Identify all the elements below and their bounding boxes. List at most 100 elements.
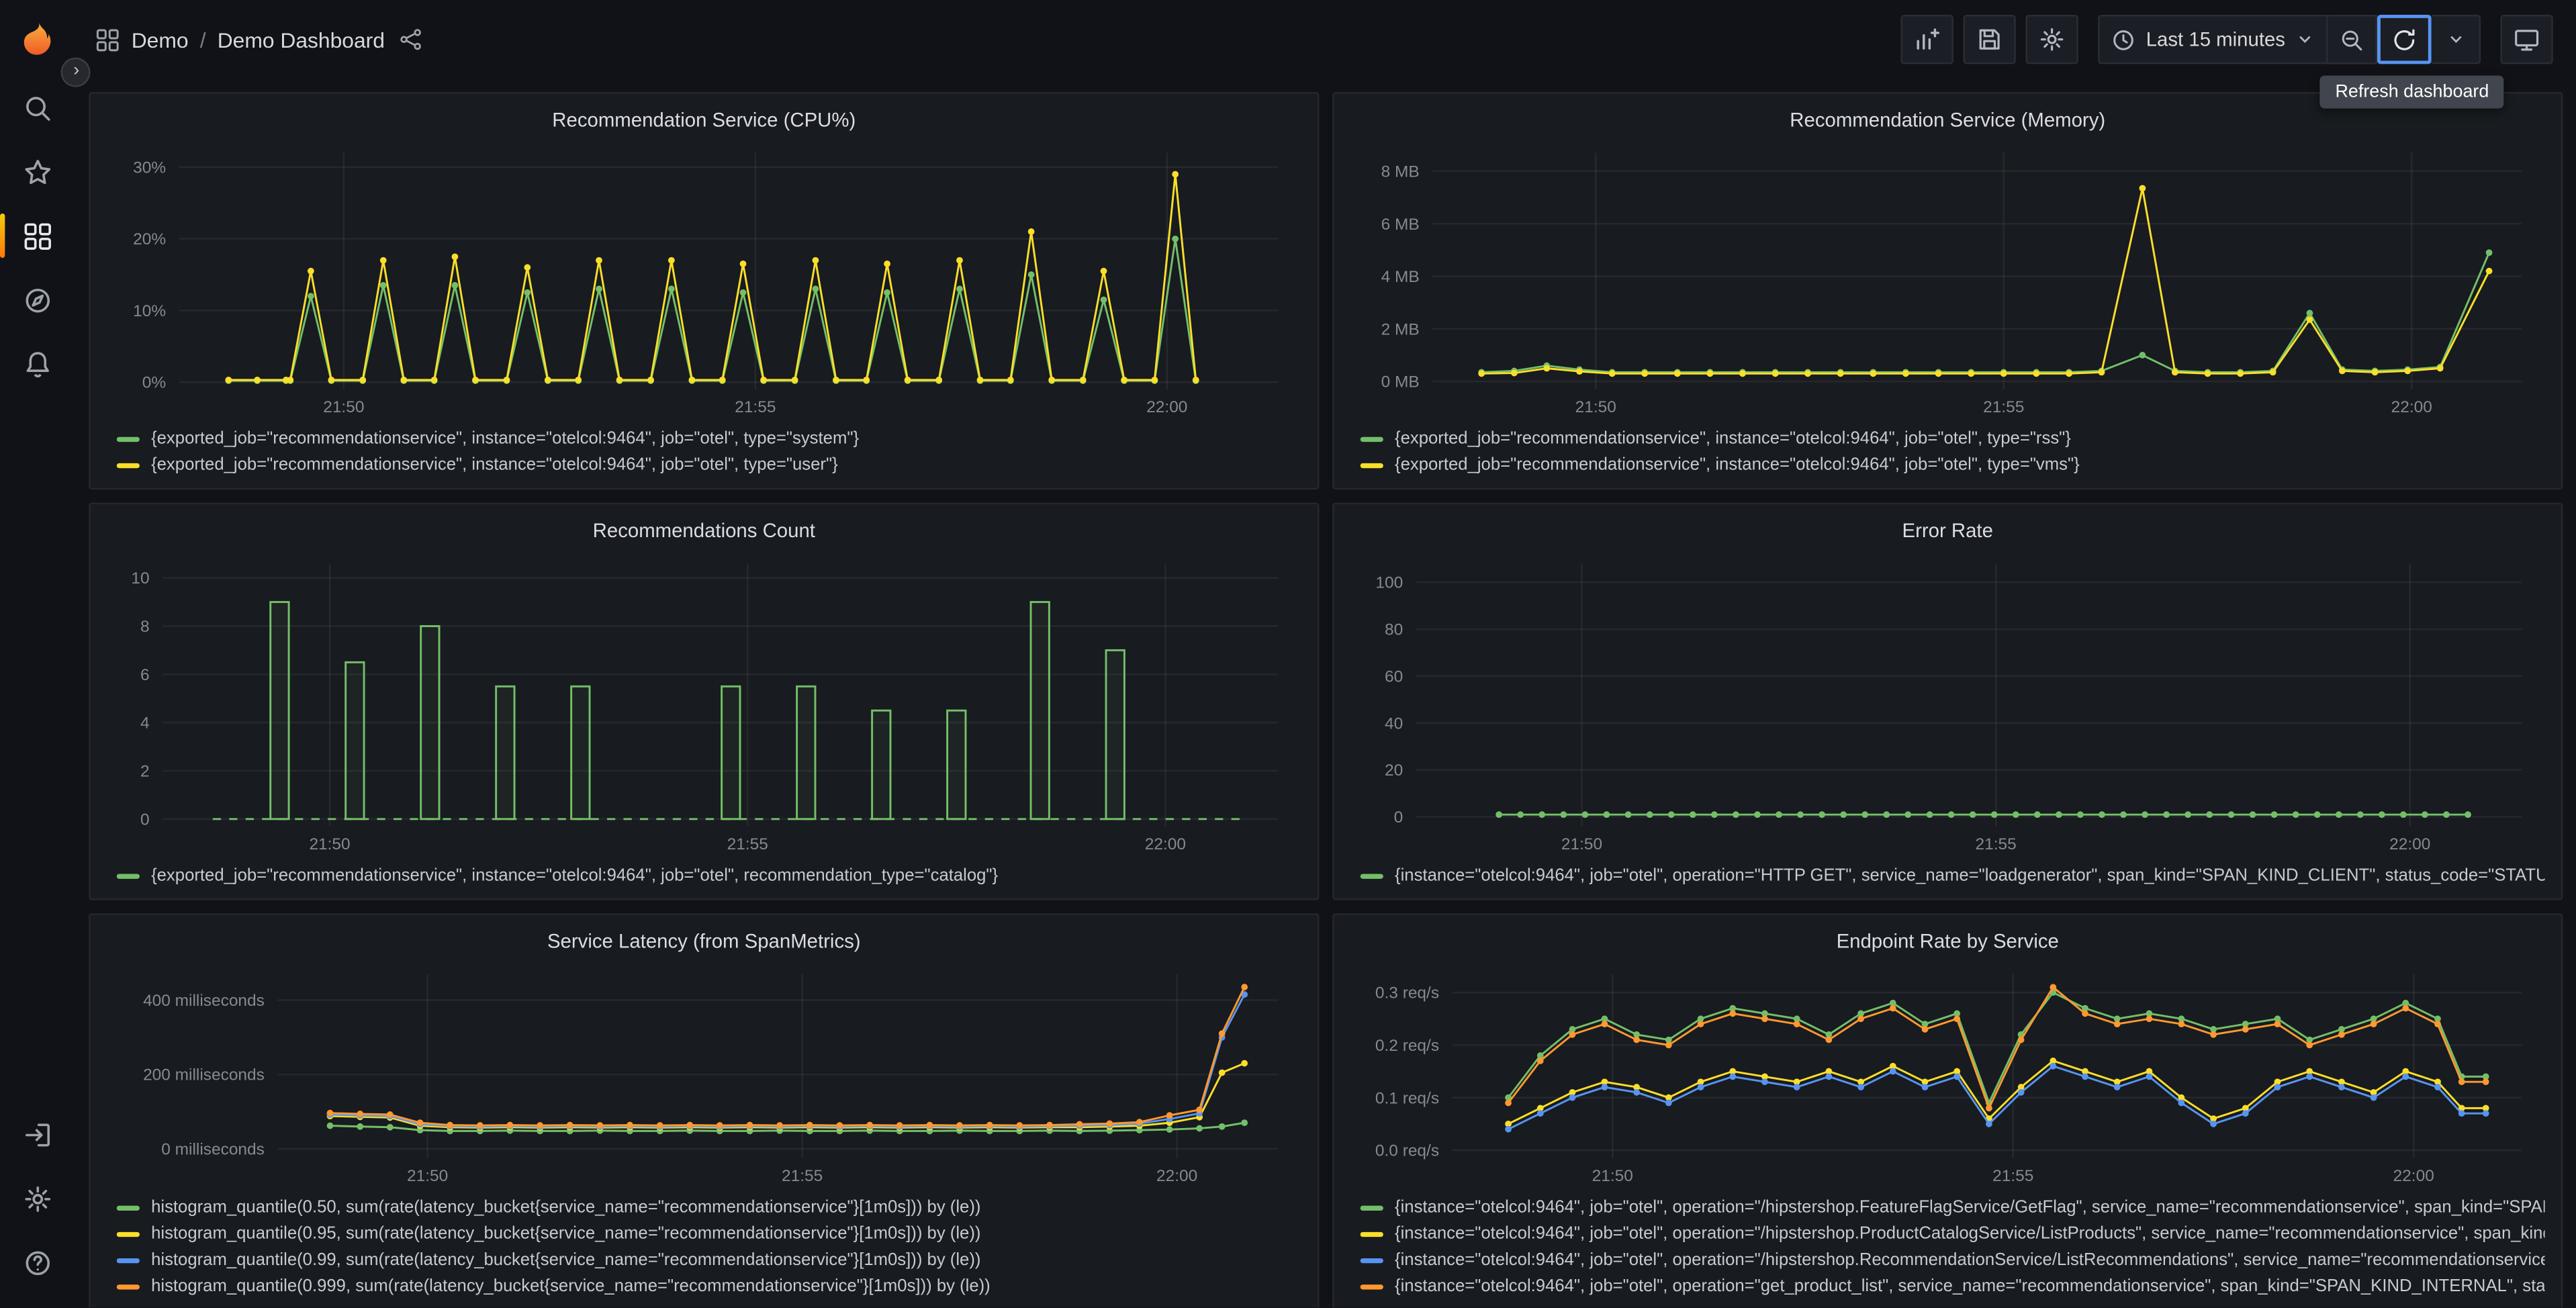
- svg-text:100: 100: [1375, 574, 1403, 592]
- svg-text:22:00: 22:00: [1145, 835, 1186, 853]
- panel-title[interactable]: Error Rate: [1350, 511, 2545, 551]
- share-dashboard-button[interactable]: [396, 25, 426, 54]
- chart[interactable]: 0 2 4 6 8 10 21:50 21:55 22:00: [107, 551, 1301, 859]
- series-swatch: [1360, 1231, 1383, 1236]
- series-swatch: [1360, 1283, 1383, 1289]
- legend-item[interactable]: {instance="otelcol:9464", job="otel", op…: [1360, 1221, 2545, 1247]
- sidebar-item-alerting[interactable]: [0, 332, 76, 395]
- legend-item[interactable]: {exported_job="recommendationservice", i…: [1360, 426, 2545, 452]
- svg-text:21:50: 21:50: [1561, 835, 1602, 853]
- save-icon: [1980, 29, 2000, 50]
- legend-item[interactable]: {exported_job="recommendationservice", i…: [1360, 452, 2545, 478]
- svg-text:0.2 req/s: 0.2 req/s: [1375, 1037, 1439, 1055]
- svg-text:60: 60: [1385, 667, 1403, 686]
- svg-text:0: 0: [140, 810, 150, 829]
- legend-label: {exported_job="recommendationservice", i…: [1395, 428, 2071, 449]
- legend-item[interactable]: histogram_quantile(0.95, sum(rate(latenc…: [116, 1221, 1301, 1247]
- breadcrumb-separator: /: [199, 27, 206, 52]
- legend-item[interactable]: {exported_job="recommendationservice", i…: [116, 426, 1301, 452]
- svg-text:30%: 30%: [133, 158, 166, 177]
- chart[interactable]: 0% 10% 20% 30% 21:50 21:55 22:00: [107, 140, 1301, 422]
- svg-text:0 milliseconds: 0 milliseconds: [161, 1140, 265, 1158]
- panel-title[interactable]: Recommendation Service (CPU%): [107, 100, 1301, 140]
- refresh-interval-dropdown[interactable]: [2431, 15, 2481, 64]
- panel-title[interactable]: Recommendations Count: [107, 511, 1301, 551]
- tv-mode-button[interactable]: [2500, 15, 2553, 64]
- zoom-out-time-button[interactable]: [2328, 15, 2377, 64]
- legend-label: histogram_quantile(0.99, sum(rate(latenc…: [151, 1250, 981, 1270]
- chart[interactable]: 0 20 40 60 80 100 21:50 21:55 22:00: [1350, 551, 2545, 859]
- series-swatch: [1360, 873, 1383, 878]
- refresh-dashboard-button[interactable]: [2377, 15, 2432, 64]
- svg-text:20: 20: [1385, 761, 1403, 780]
- series-swatch: [116, 436, 140, 441]
- breadcrumb-current[interactable]: Demo Dashboard: [218, 27, 385, 52]
- legend-item[interactable]: {exported_job="recommendationservice", i…: [116, 452, 1301, 478]
- legend-item[interactable]: {instance="otelcol:9464", job="otel", op…: [1360, 1195, 2545, 1221]
- legend-item[interactable]: histogram_quantile(0.99, sum(rate(latenc…: [116, 1247, 1301, 1273]
- star-icon: [25, 158, 51, 183]
- svg-text:40: 40: [1385, 714, 1403, 733]
- series-swatch: [116, 1231, 140, 1236]
- sidebar-item-help[interactable]: [0, 1231, 76, 1295]
- time-range-picker[interactable]: Last 15 minutes: [2098, 15, 2328, 64]
- gear-icon: [2041, 28, 2064, 51]
- svg-text:80: 80: [1385, 621, 1403, 639]
- zoom-out-icon: [2342, 30, 2362, 50]
- svg-text:21:55: 21:55: [1992, 1167, 2033, 1185]
- sidebar: [0, 0, 76, 1308]
- chart[interactable]: 0 MB 2 MB 4 MB 6 MB 8 MB 21:50 21:55 22:00: [1350, 140, 2545, 422]
- series-swatch: [116, 1205, 140, 1210]
- dashboard-grid: Recommendation Service (CPU%) 0% 10% 20% 30%…: [76, 79, 2576, 1308]
- series-swatch: [116, 462, 140, 468]
- legend: {exported_job="recommendationservice", i…: [1350, 426, 2545, 478]
- legend-item[interactable]: {instance="otelcol:9464", job="otel", op…: [1360, 862, 2545, 888]
- legend-item[interactable]: {instance="otelcol:9464", job="otel", op…: [1360, 1247, 2545, 1273]
- sidebar-item-configuration[interactable]: [0, 1167, 76, 1231]
- series-swatch: [1360, 462, 1383, 468]
- apps-icon: [95, 27, 120, 52]
- legend-item[interactable]: histogram_quantile(0.50, sum(rate(latenc…: [116, 1195, 1301, 1221]
- legend-label: histogram_quantile(0.95, sum(rate(latenc…: [151, 1223, 981, 1244]
- sidebar-item-dashboards[interactable]: [0, 203, 76, 267]
- sidebar-item-sign-in[interactable]: [0, 1103, 76, 1166]
- legend: histogram_quantile(0.50, sum(rate(latenc…: [107, 1195, 1301, 1300]
- svg-text:4 MB: 4 MB: [1381, 268, 1420, 286]
- legend-item[interactable]: {exported_job="recommendationservice", i…: [116, 862, 1301, 888]
- clock-icon: [2113, 29, 2134, 50]
- add-panel-icon: [1917, 28, 1940, 50]
- svg-text:20%: 20%: [133, 230, 166, 248]
- refresh-icon: [2394, 28, 2415, 50]
- svg-text:8: 8: [140, 618, 150, 636]
- sidebar-item-starred[interactable]: [0, 140, 76, 203]
- add-panel-button[interactable]: [1901, 15, 1954, 64]
- search-icon: [26, 96, 50, 120]
- chart[interactable]: 0.0 req/s 0.1 req/s 0.2 req/s 0.3 req/s 21:5…: [1350, 961, 2545, 1191]
- panel-endpoint-rate-by-service: Endpoint Rate by Service 0.0 req/s 0.1 req…: [1332, 913, 2563, 1308]
- breadcrumb-root[interactable]: Demo: [132, 27, 189, 52]
- sidebar-item-search[interactable]: [0, 76, 76, 140]
- sidebar-item-explore[interactable]: [0, 268, 76, 332]
- caret-down-icon: [2450, 36, 2460, 43]
- legend-label: {instance="otelcol:9464", job="otel", op…: [1395, 866, 2545, 886]
- svg-text:21:55: 21:55: [727, 835, 768, 853]
- legend-item[interactable]: histogram_quantile(0.999, sum(rate(laten…: [116, 1273, 1301, 1299]
- svg-text:2: 2: [140, 763, 150, 781]
- svg-text:10%: 10%: [133, 302, 166, 320]
- gear-icon: [25, 1186, 51, 1212]
- svg-text:10: 10: [131, 569, 149, 588]
- svg-text:2 MB: 2 MB: [1381, 320, 1420, 338]
- series-swatch: [116, 1257, 140, 1263]
- panel-title[interactable]: Endpoint Rate by Service: [1350, 921, 2545, 961]
- svg-text:22:00: 22:00: [2389, 835, 2430, 853]
- svg-text:0: 0: [1394, 808, 1404, 827]
- chart[interactable]: 0 milliseconds 200 milliseconds 400 millis…: [107, 961, 1301, 1191]
- series-swatch: [1360, 436, 1383, 441]
- legend: {instance="otelcol:9464", job="otel", op…: [1350, 862, 2545, 888]
- series-swatch: [1360, 1205, 1383, 1210]
- legend-item[interactable]: {instance="otelcol:9464", job="otel", op…: [1360, 1273, 2545, 1299]
- sidebar-expand-button[interactable]: ›: [60, 57, 91, 87]
- panel-title[interactable]: Service Latency (from SpanMetrics): [107, 921, 1301, 961]
- dashboard-settings-button[interactable]: [2026, 15, 2079, 64]
- save-dashboard-button[interactable]: [1964, 15, 2017, 64]
